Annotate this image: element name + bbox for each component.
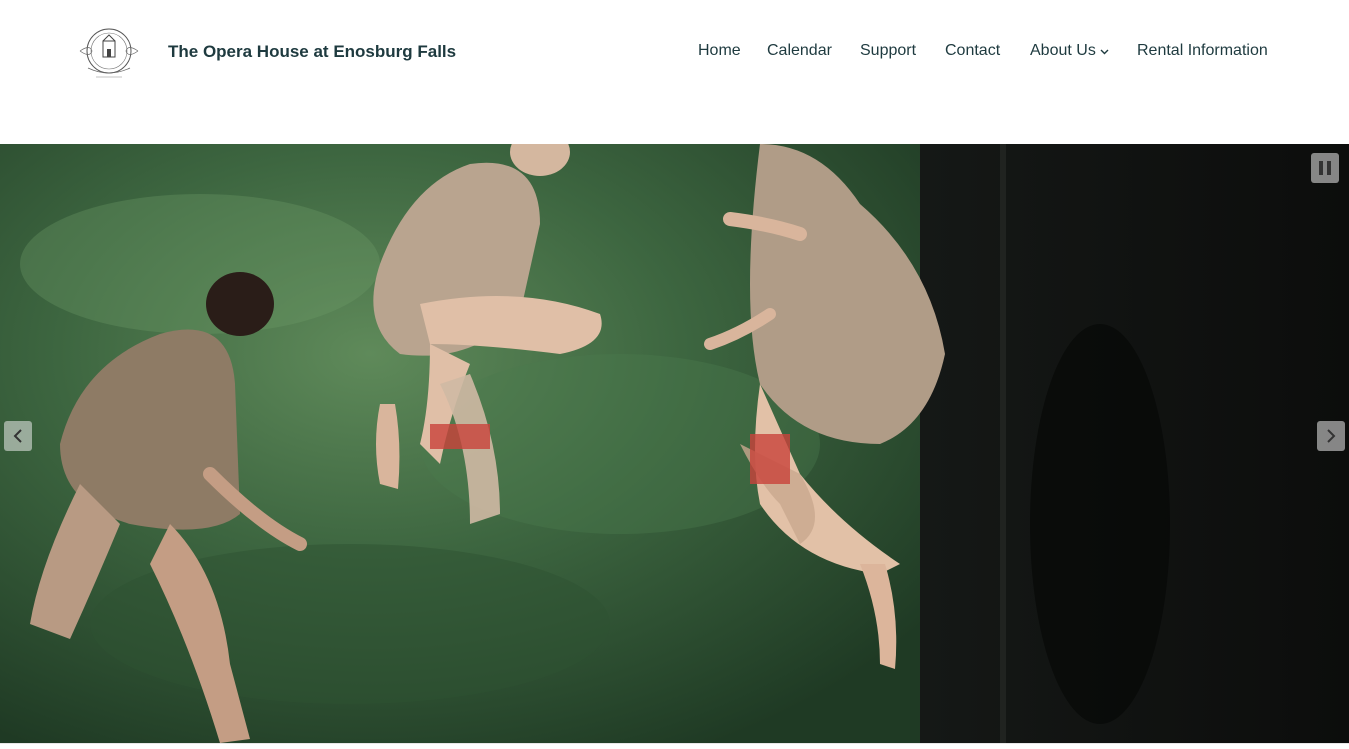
nav-item-contact[interactable]: Contact	[945, 42, 1000, 60]
dancers-photo	[0, 144, 1349, 743]
hero-slider	[0, 144, 1349, 743]
pause-button[interactable]	[1311, 153, 1339, 183]
pause-icon	[1319, 161, 1331, 175]
nav-item-about-us-label: About Us	[1030, 42, 1096, 60]
chevron-left-icon	[13, 429, 22, 443]
nav-item-rental-information[interactable]: Rental Information	[1137, 42, 1268, 60]
chevron-right-icon	[1327, 429, 1336, 443]
nav-item-support[interactable]: Support	[860, 42, 916, 60]
nav-item-calendar[interactable]: Calendar	[767, 42, 832, 60]
site-header: The Opera House at Enosburg Falls Home C…	[0, 0, 1349, 144]
main-nav: Home Calendar Support Contact About Us R…	[0, 42, 1349, 64]
chevron-down-icon[interactable]	[1100, 42, 1109, 60]
previous-slide-button[interactable]	[4, 421, 32, 451]
page-below-slider	[0, 743, 1349, 749]
nav-item-home[interactable]: Home	[698, 42, 741, 60]
nav-item-about-us[interactable]: About Us	[1030, 42, 1109, 60]
next-slide-button[interactable]	[1317, 421, 1345, 451]
